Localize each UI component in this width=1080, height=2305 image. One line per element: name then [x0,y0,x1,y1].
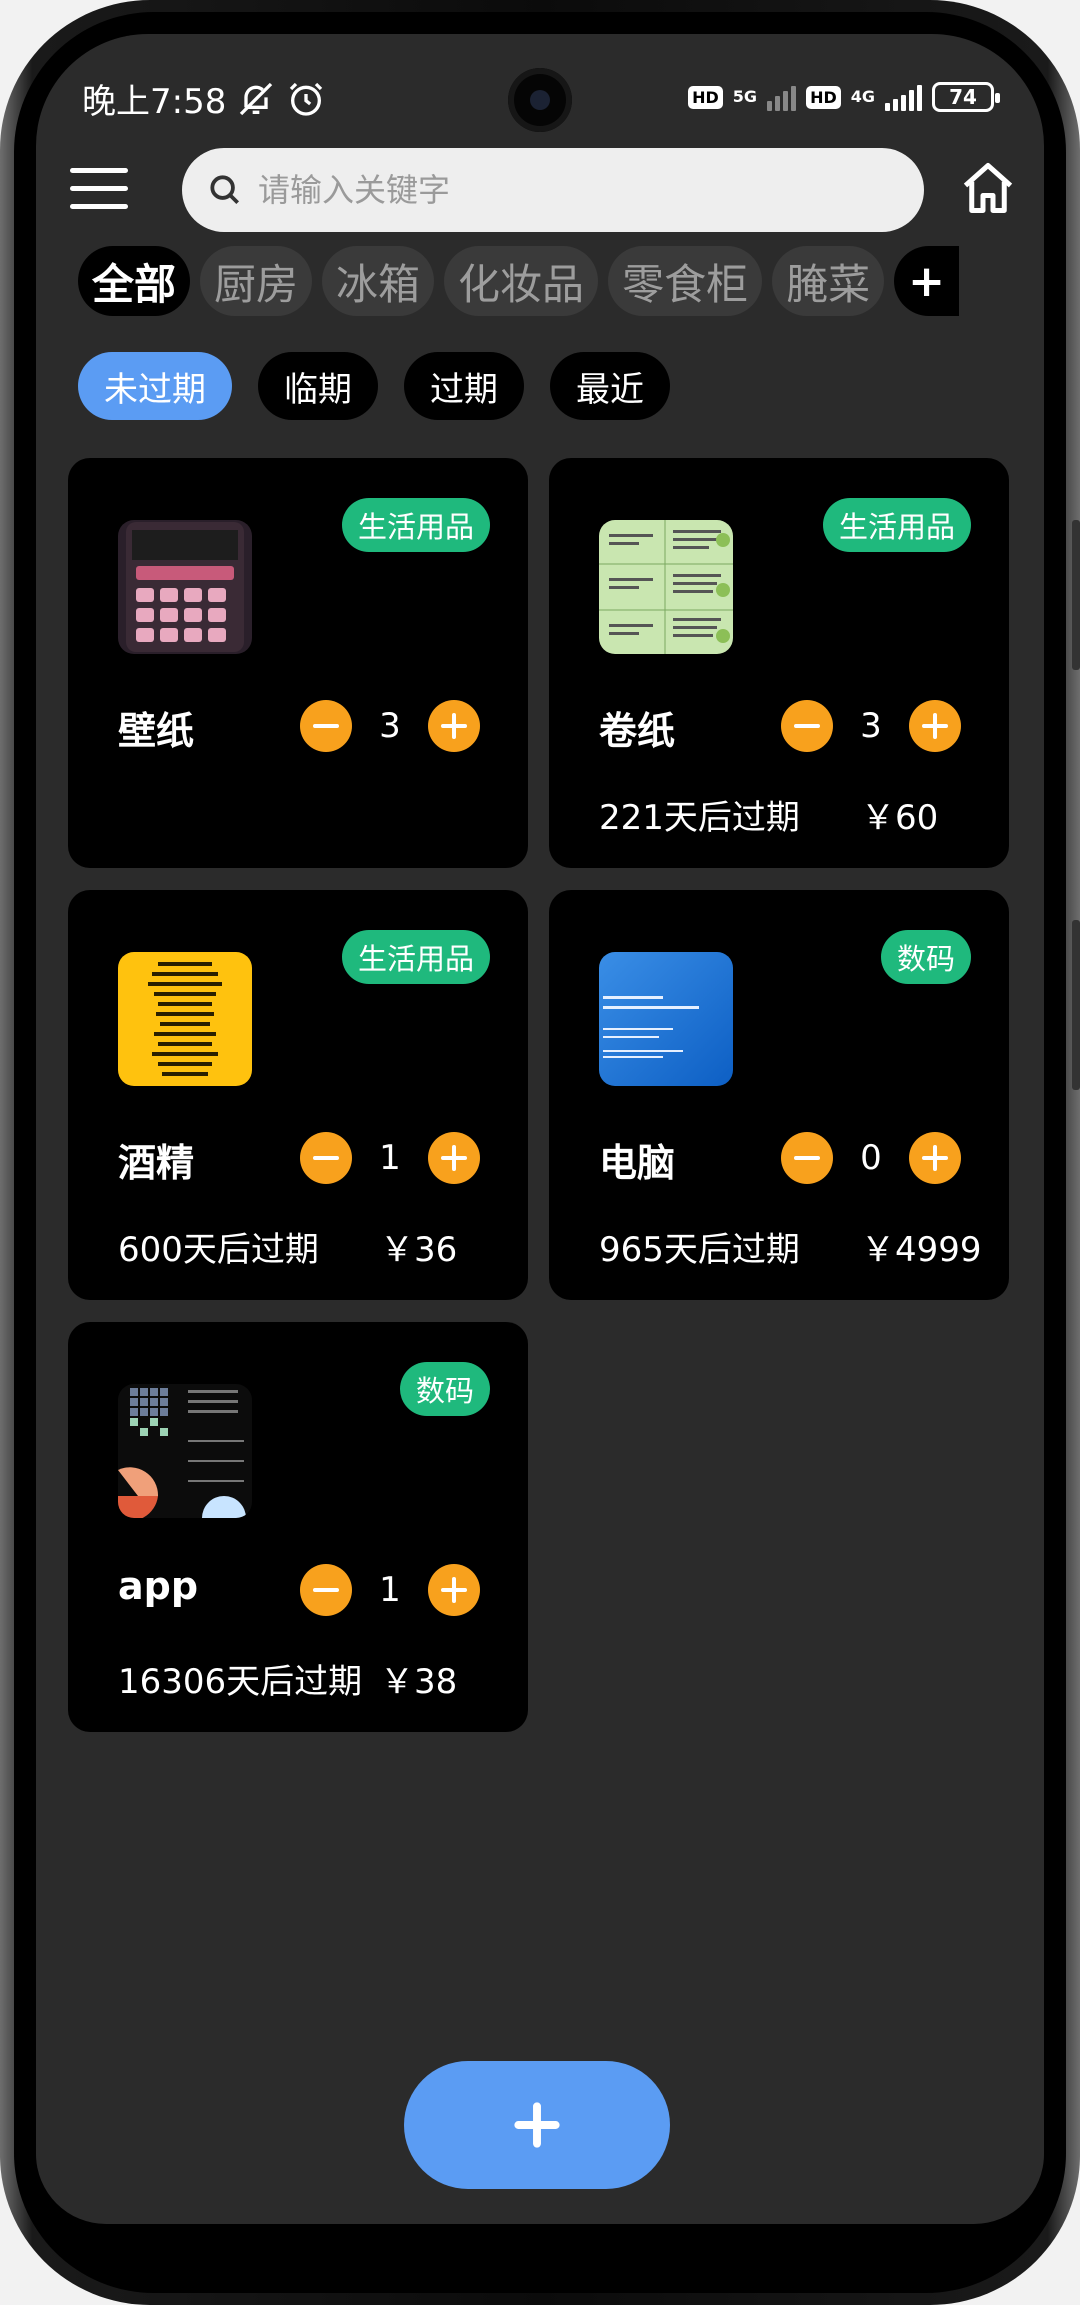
filter-expired[interactable]: 过期 [404,352,524,420]
menu-icon[interactable] [70,168,128,218]
status-indicators: HD 5G HD 4G 74 [688,82,1000,112]
item-thumbnail [599,952,733,1086]
app-screen: 晚上7:58 HD 5G HD 4G 74 请输入关键字 全部 厨房 冰箱 化妆… [36,34,1044,2224]
item-tag: 数码 [399,1362,490,1416]
quantity-value: 0 [860,1138,882,1178]
quantity-stepper: 1 [300,1132,480,1184]
price-text: ￥36 [380,1230,458,1270]
item-thumbnail [118,1384,252,1518]
category-tab-cosmetics[interactable]: 化妆品 [444,246,599,316]
phone-frame: 晚上7:58 HD 5G HD 4G 74 请输入关键字 全部 厨房 冰箱 化妆… [0,0,1080,2305]
filter-expiring-soon[interactable]: 临期 [258,352,378,420]
search-bar[interactable] [182,148,924,232]
front-camera [508,68,572,132]
category-tab-all[interactable]: 全部 [78,246,191,316]
quantity-stepper: 1 [300,1564,480,1616]
increment-button[interactable] [909,1132,961,1184]
item-tag: 生活用品 [822,498,971,552]
signal-icon-1 [767,83,797,111]
expiry-text: 965天后过期 [599,1230,800,1270]
item-tag: 生活用品 [341,498,490,552]
item-name: 电脑 [599,1141,676,1185]
item-name: 酒精 [118,1141,195,1185]
plus-icon [514,2102,560,2148]
item-card[interactable]: 生活用品 壁纸 3 [68,458,528,868]
category-tabs: 全部 厨房 冰箱 化妆品 零食柜 腌菜 + [78,246,1044,322]
decrement-button[interactable] [300,1564,352,1616]
quantity-value: 1 [379,1570,401,1610]
item-tag: 数码 [880,930,971,984]
quantity-value: 1 [379,1138,401,1178]
filter-not-expired[interactable]: 未过期 [78,352,232,420]
item-thumbnail [118,520,252,654]
add-category-button[interactable]: + [894,246,959,316]
status-time-group: 晚上7:58 [82,74,326,123]
item-card[interactable]: 生活用品 卷纸 3 221天后过期 ￥60 [549,458,1009,868]
category-tab-fridge[interactable]: 冰箱 [322,246,435,316]
price-text: ￥4999 [861,1230,982,1270]
decrement-button[interactable] [300,700,352,752]
battery-icon: 74 [932,82,1000,112]
item-tag: 生活用品 [341,930,490,984]
alarm-icon [290,82,323,116]
network-type-2: 4G [850,87,875,106]
network-type-1: 5G [732,87,758,106]
battery-level: 74 [949,85,977,109]
item-thumbnail [118,952,252,1086]
decrement-button[interactable] [300,1132,352,1184]
power-button [1072,920,1080,1090]
expiry-text: 600天后过期 [118,1230,319,1270]
category-tab-snack-cabinet[interactable]: 零食柜 [608,246,763,316]
home-icon[interactable] [958,158,1018,218]
add-item-button[interactable] [404,2061,670,2189]
decrement-button[interactable] [781,700,833,752]
increment-button[interactable] [909,700,961,752]
bell-off-icon [240,82,273,115]
filter-recent[interactable]: 最近 [550,352,670,420]
volume-button [1072,520,1080,670]
quantity-stepper: 3 [300,700,480,752]
item-thumbnail [599,520,733,654]
hd-badge-1: HD [688,85,723,109]
item-card[interactable]: 数码 app 1 16306天后过期 ￥38 [68,1322,528,1732]
quantity-stepper: 0 [781,1132,961,1184]
category-tab-kitchen[interactable]: 厨房 [200,246,313,316]
expiry-text: 16306天后过期 [118,1662,363,1702]
status-time: 晚上7:58 [82,82,227,122]
expiry-text: 221天后过期 [599,798,800,838]
search-input[interactable] [258,171,858,209]
filter-chips: 未过期 临期 过期 最近 [78,352,670,420]
item-name: 壁纸 [118,709,195,753]
quantity-value: 3 [379,706,401,746]
quantity-stepper: 3 [781,700,961,752]
item-card[interactable]: 数码 电脑 0 965天后过期 ￥4999 [549,890,1009,1300]
item-name: 卷纸 [599,709,676,753]
hd-badge-2: HD [806,85,841,109]
search-icon [210,175,240,205]
decrement-button[interactable] [781,1132,833,1184]
increment-button[interactable] [428,1132,480,1184]
item-name: app [118,1564,199,1608]
signal-icon-2 [885,83,922,111]
quantity-value: 3 [860,706,882,746]
price-text: ￥38 [380,1662,458,1702]
increment-button[interactable] [428,700,480,752]
increment-button[interactable] [428,1564,480,1616]
item-card[interactable]: 生活用品 酒精 1 600天后过期 ￥36 [68,890,528,1300]
price-text: ￥60 [861,798,939,838]
category-tab-pickles[interactable]: 腌菜 [772,246,885,316]
